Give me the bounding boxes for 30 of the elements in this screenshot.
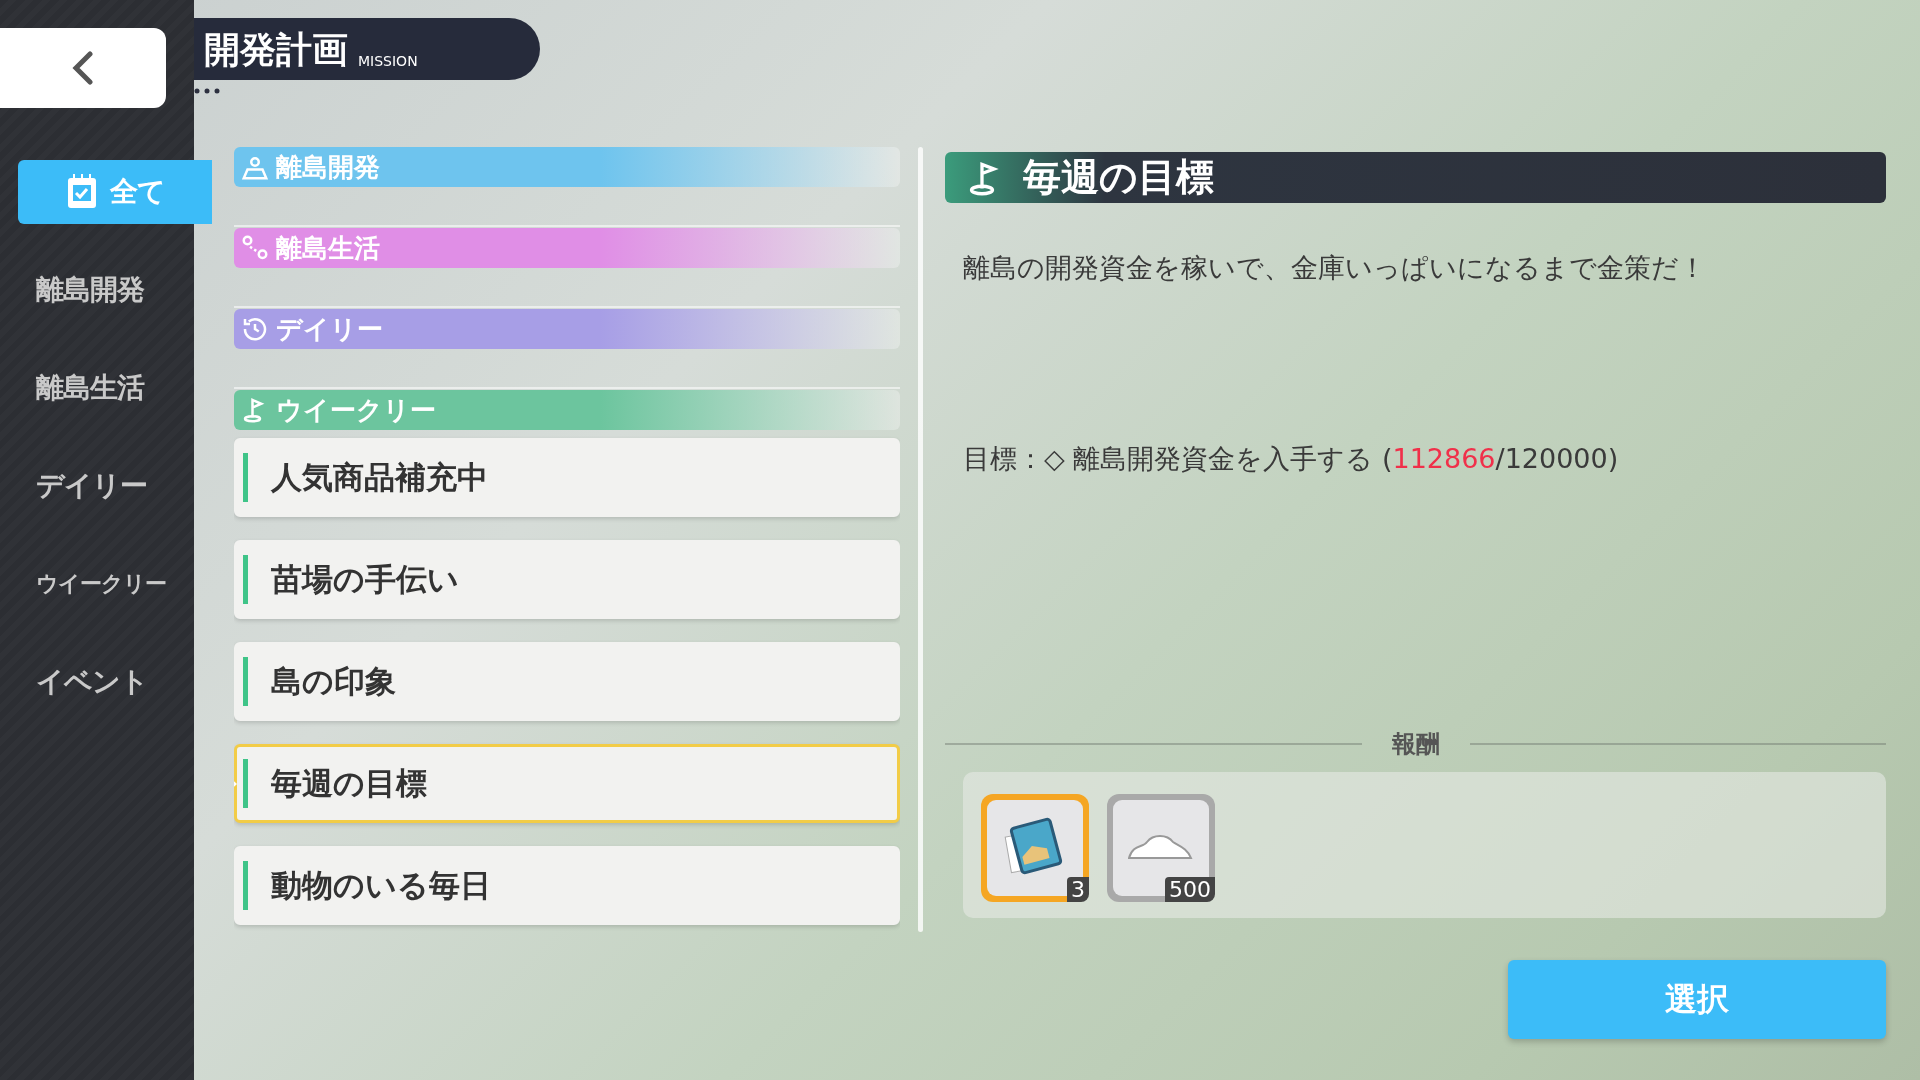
reward-item[interactable]: 500: [1107, 794, 1215, 902]
category-label: 離島生活: [276, 231, 380, 265]
mission-card[interactable]: 動物のいる毎日: [234, 846, 900, 925]
sidebar-tab[interactable]: 離島生活: [0, 356, 194, 420]
mission-card[interactable]: 毎週の目標: [234, 744, 900, 823]
back-icon: [72, 51, 94, 85]
rewards-label: 報酬: [1391, 729, 1440, 760]
back-button[interactable]: [0, 28, 166, 108]
mission-card[interactable]: 島の印象: [234, 642, 900, 721]
calendar-check-icon: [65, 173, 98, 211]
sidebar-tab[interactable]: デイリー: [0, 454, 194, 518]
page-subtitle: MISSION: [358, 54, 418, 68]
category-label: デイリー: [276, 312, 383, 346]
sidebar-tab[interactable]: ウイークリー: [0, 552, 194, 616]
category-label: ウイークリー: [276, 393, 436, 427]
reward-count: 500: [1165, 877, 1215, 902]
page-title: 開発計画: [204, 32, 348, 68]
sidebar-tab[interactable]: イベント: [0, 650, 194, 714]
dots-icon: [194, 88, 220, 94]
reward-count: 3: [1067, 877, 1089, 902]
mission-card[interactable]: 苗場の手伝い: [234, 540, 900, 619]
reward-item[interactable]: 3: [981, 794, 1089, 902]
sidebar-tab[interactable]: 離島開発: [0, 258, 194, 322]
mission-description: 離島の開発資金を稼いで、金庫いっぱいになるまで金策だ！: [963, 251, 1707, 285]
detail-title: 毎週の目標: [1023, 154, 1214, 201]
category-label: 離島開発: [276, 150, 380, 184]
mission-card[interactable]: 人気商品補充中: [234, 438, 900, 517]
cloud-icon: [1128, 835, 1194, 861]
goal-text: 目標：◇ 離島開発資金を入手する (112866/120000): [963, 442, 1620, 476]
scrollbar[interactable]: [918, 147, 923, 932]
